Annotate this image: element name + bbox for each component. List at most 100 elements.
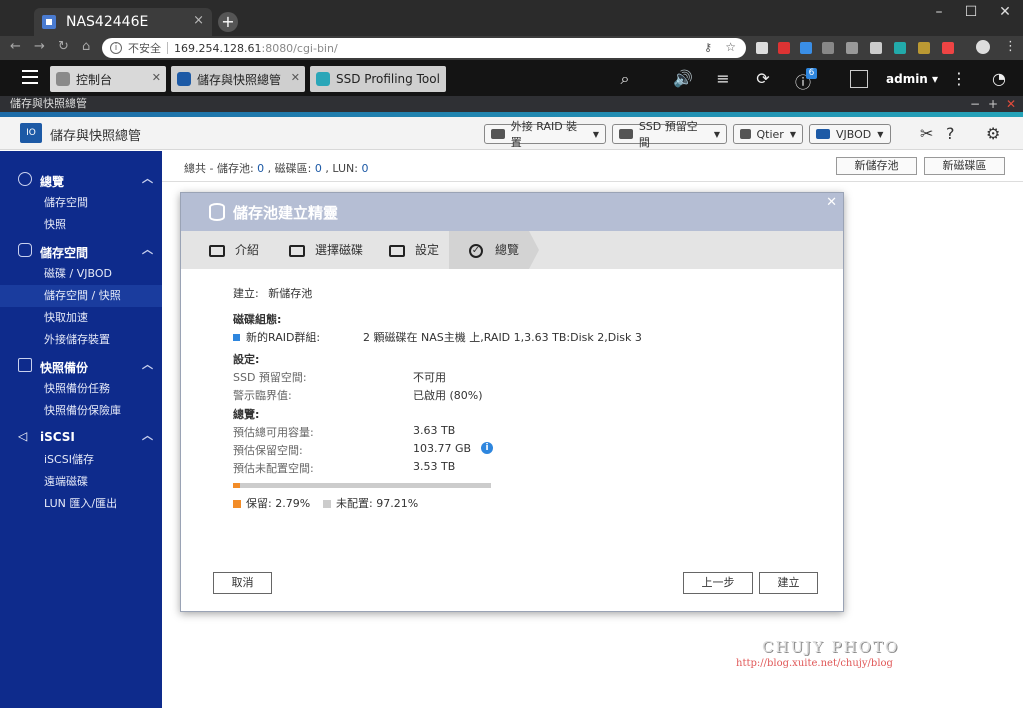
new-pool-button[interactable]: 新儲存池 <box>836 157 917 175</box>
extension-icon[interactable] <box>894 42 906 54</box>
sidebar-section-overview[interactable]: 總覽 ︿ <box>0 169 162 191</box>
snapshot-backup-icon <box>18 358 32 372</box>
app-tab-storage[interactable]: 儲存與快照總管 ✕ <box>171 66 305 92</box>
background-tasks-icon[interactable]: ≡ <box>712 69 734 88</box>
search-icon[interactable]: ⌕ <box>614 69 636 89</box>
step-select-disks: 選擇磁碟 <box>289 231 363 269</box>
user-avatar[interactable] <box>850 70 868 88</box>
new-tab-button[interactable]: + <box>218 12 238 32</box>
adblock-icon[interactable] <box>778 42 790 54</box>
app-tab-control-panel[interactable]: 控制台 ✕ <box>50 66 166 92</box>
external-device-icon[interactable]: ⟳ <box>752 69 774 88</box>
info-icon[interactable]: i <box>481 442 493 454</box>
browser-tab[interactable]: NAS42446E × <box>34 8 212 36</box>
settings-heading: 設定: <box>233 353 260 366</box>
summary-prefix: 總共 - 儲存池: <box>184 162 254 175</box>
app-minimize-icon[interactable]: − <box>970 96 980 112</box>
reload-icon[interactable]: ↻ <box>58 39 69 54</box>
extension-icon[interactable] <box>846 42 858 54</box>
profile-avatar[interactable] <box>976 40 990 54</box>
extension-icon[interactable] <box>800 42 812 54</box>
step-intro: 介紹 <box>209 231 259 269</box>
info-icon[interactable]: i <box>110 42 122 54</box>
cancel-button[interactable]: 取消 <box>213 572 272 594</box>
sidebar-section-iscsi[interactable]: ◁ iSCSI ︿ <box>0 426 162 448</box>
sidebar-item-storage[interactable]: 儲存空間 <box>0 192 162 214</box>
back-icon[interactable]: ← <box>10 39 21 54</box>
tab-close-icon[interactable]: × <box>193 13 204 28</box>
sidebar-item-remote-disk[interactable]: 遠端磁碟 <box>0 471 162 493</box>
external-raid-label: 外接 RAID 裝置 <box>510 120 578 149</box>
extension-icon[interactable] <box>870 42 882 54</box>
vjbod-label: VJBOD <box>836 127 872 141</box>
chevron-up-icon[interactable]: ︿ <box>142 356 153 372</box>
disk-group-heading: 磁碟組態: <box>233 313 282 326</box>
app-close-icon[interactable]: ✕ <box>1006 96 1016 112</box>
sidebar-item-snapshot-vault[interactable]: 快照備份保險庫 <box>0 400 162 422</box>
volume-label: , 磁碟區: <box>267 162 312 175</box>
watermark-url: http://blog.xuite.net/chujy/blog <box>736 658 893 669</box>
extension-icon[interactable] <box>918 42 930 54</box>
sidebar-item-snapshot-tasks[interactable]: 快照備份任務 <box>0 378 162 400</box>
chevron-up-icon[interactable]: ︿ <box>142 170 153 186</box>
ssd-profiling-icon <box>316 72 330 86</box>
sidebar-section-label: 快照備份 <box>40 361 89 375</box>
volume-icon[interactable]: 🔊 <box>672 69 694 88</box>
external-raid-button[interactable]: 外接 RAID 裝置 ▼ <box>484 120 606 149</box>
address-bar[interactable]: i 不安全 169.254.128.61:8080/cgi-bin/ ⚷ ☆ <box>102 38 746 58</box>
iscsi-share-icon: ◁ <box>18 429 28 443</box>
tools-icon[interactable]: ✂ <box>920 124 933 143</box>
maximize-icon[interactable]: ☐ <box>956 4 986 20</box>
chevron-up-icon[interactable]: ︿ <box>142 241 153 257</box>
sidebar-section-snapshot-backup[interactable]: 快照備份 ︿ <box>0 355 162 377</box>
app-maximize-icon[interactable]: + <box>988 96 998 112</box>
chevron-down-icon: ▼ <box>592 129 599 139</box>
settings-gear-icon[interactable]: ⚙ <box>986 124 1000 143</box>
extension-icon[interactable] <box>822 42 834 54</box>
main-menu-icon[interactable] <box>22 70 38 84</box>
sidebar-item-storage-snapshots[interactable]: 儲存空間 / 快照 <box>0 285 162 307</box>
app-tab-close-icon[interactable]: ✕ <box>291 71 300 84</box>
key-icon[interactable]: ⚷ <box>704 41 712 54</box>
sidebar-item-cache[interactable]: 快取加速 <box>0 307 162 329</box>
sidebar-item-iscsi-storage[interactable]: iSCSI儲存 <box>0 449 162 471</box>
create-button[interactable]: 建立 <box>759 572 818 594</box>
extension-icon[interactable] <box>942 42 954 54</box>
home-icon[interactable]: ⌂ <box>82 39 90 54</box>
create-row: 建立: 新儲存池 <box>233 285 312 301</box>
minimize-icon[interactable]: – <box>924 4 954 20</box>
sidebar-item-lun-import-export[interactable]: LUN 匯入/匯出 <box>0 493 162 515</box>
user-menu[interactable]: admin ▾ <box>886 72 938 86</box>
extension-icon[interactable] <box>756 42 768 54</box>
forward-icon[interactable]: → <box>34 39 45 54</box>
step-label: 總覽 <box>495 243 520 257</box>
chevron-up-icon[interactable]: ︿ <box>142 427 153 443</box>
sidebar-item-external-storage[interactable]: 外接儲存裝置 <box>0 329 162 351</box>
sidebar-item-snapshot[interactable]: 快照 <box>0 214 162 236</box>
sidebar-item-disks[interactable]: 磁碟 / VJBOD <box>0 263 162 285</box>
user-name: admin <box>886 72 928 86</box>
app-tab-ssd-profiling[interactable]: SSD Profiling Tool <box>310 66 446 92</box>
app-tab-close-icon[interactable]: ✕ <box>152 71 161 84</box>
check-circle-icon: ✓ <box>469 243 483 258</box>
qts-topbar: 控制台 ✕ 儲存與快照總管 ✕ SSD Profiling Tool ⌕ 🔊 ≡… <box>0 60 1023 96</box>
divider <box>162 181 1023 182</box>
sidebar-section-storage[interactable]: 儲存空間 ︿ <box>0 240 162 262</box>
new-volume-button[interactable]: 新磁碟區 <box>924 157 1005 175</box>
wizard-close-icon[interactable]: ✕ <box>826 195 837 210</box>
sidebar-section-label: 儲存空間 <box>40 246 89 260</box>
ssd-overprovisioning-button[interactable]: SSD 預留空間 ▼ <box>612 120 727 149</box>
volume-count: 0 <box>314 162 322 175</box>
settings-icon <box>389 244 405 257</box>
qtier-icon <box>740 129 751 139</box>
help-icon[interactable]: ? <box>946 124 955 143</box>
browser-menu-icon[interactable]: ⋮ <box>1004 39 1017 54</box>
bookmark-star-icon[interactable]: ☆ <box>725 40 736 54</box>
qtier-button[interactable]: Qtier ▼ <box>733 124 803 144</box>
step-summary: ✓ 總覽 <box>449 231 529 269</box>
back-button[interactable]: 上一步 <box>683 572 753 594</box>
window-close-icon[interactable]: ✕ <box>990 4 1020 20</box>
dashboard-icon[interactable]: ◔ <box>988 69 1010 88</box>
more-icon[interactable]: ⋮ <box>948 69 970 88</box>
vjbod-button[interactable]: VJBOD ▼ <box>809 124 891 144</box>
